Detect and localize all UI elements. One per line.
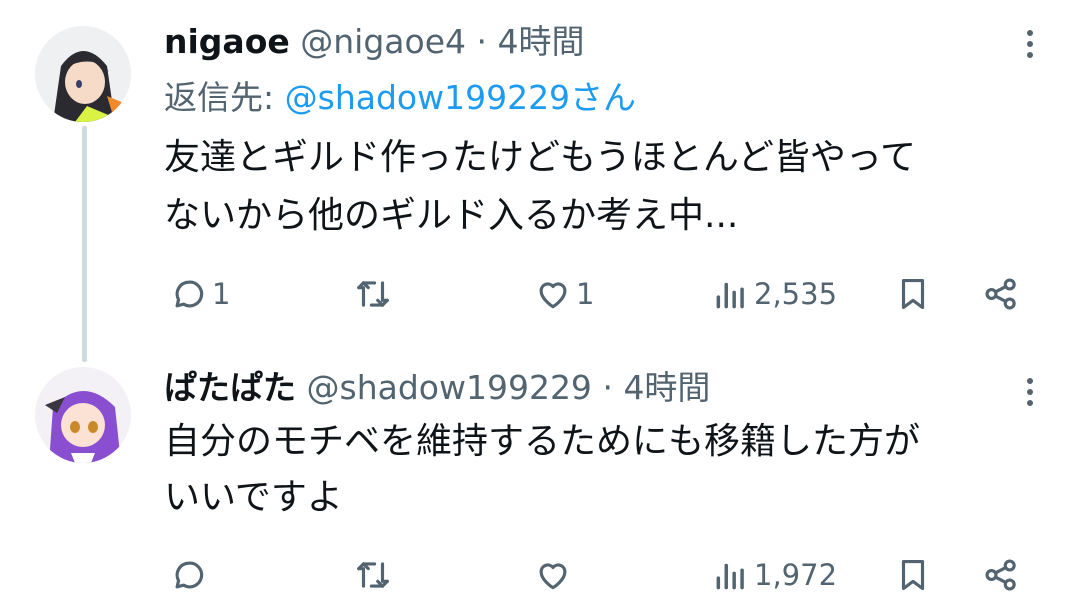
bookmark-button[interactable]	[894, 275, 932, 313]
like-icon	[539, 282, 567, 309]
reply-button[interactable]: 1	[170, 275, 230, 313]
retweet-icon	[357, 562, 389, 588]
tweet-text-line: 自分のモチベを維持するためにも移籍した方が	[164, 421, 921, 462]
avatar[interactable]	[35, 367, 131, 463]
bookmark-icon	[901, 278, 925, 310]
avatar[interactable]	[35, 26, 131, 122]
reply-icon	[175, 561, 204, 589]
views-icon	[716, 282, 744, 309]
display-name[interactable]: ぱたぱた	[164, 368, 296, 407]
tweet-header: nigaoe @nigaoe4 · 4時間	[164, 22, 585, 62]
views-count: 1,972	[754, 558, 838, 592]
reply-icon	[175, 280, 204, 308]
display-name[interactable]: nigaoe	[164, 22, 290, 61]
timestamp[interactable]: 4時間	[623, 368, 710, 407]
timestamp[interactable]: 4時間	[498, 22, 585, 61]
reply-button[interactable]	[170, 556, 208, 594]
thread-line	[82, 126, 87, 362]
tweet[interactable]: nigaoe @nigaoe4 · 4時間 返信先: @shadow199229…	[164, 22, 1080, 322]
views-icon	[716, 563, 744, 590]
separator: ·	[602, 368, 613, 407]
reply-to: 返信先: @shadow199229さん	[164, 78, 636, 118]
share-button[interactable]	[982, 556, 1020, 594]
views-button[interactable]: 1,972	[712, 556, 837, 594]
share-icon	[985, 278, 1016, 310]
share-button[interactable]	[982, 275, 1020, 313]
tweet-text-line: いいですよ	[164, 477, 343, 518]
user-handle[interactable]: @shadow199229	[307, 368, 592, 407]
user-handle[interactable]: @nigaoe4	[300, 22, 466, 61]
more-icon[interactable]	[1026, 378, 1034, 411]
more-icon[interactable]	[1026, 30, 1034, 63]
share-icon	[985, 559, 1016, 591]
tweet-header: ぱたぱた @shadow199229 · 4時間	[164, 368, 710, 408]
tweet[interactable]: ぱたぱた @shadow199229 · 4時間 自分のモチベを維持するためにも…	[164, 368, 1080, 597]
bookmark-button[interactable]	[894, 556, 932, 594]
views-count: 2,535	[754, 277, 838, 311]
like-button[interactable]	[534, 556, 572, 594]
views-button[interactable]: 2,535	[712, 275, 837, 313]
like-button[interactable]: 1	[534, 275, 594, 313]
reply-to-label: 返信先:	[164, 78, 275, 117]
tweet-text-line: 友達とギルド作ったけどもうほとんど皆やって	[164, 137, 917, 178]
retweet-icon	[357, 281, 389, 307]
reply-count: 1	[212, 277, 231, 311]
bookmark-icon	[901, 559, 925, 591]
retweet-button[interactable]	[354, 556, 392, 594]
like-icon	[539, 563, 567, 590]
reply-to-link[interactable]: @shadow199229さん	[285, 78, 636, 117]
like-count: 1	[576, 277, 595, 311]
separator: ·	[476, 22, 488, 61]
retweet-button[interactable]	[354, 275, 392, 313]
tweet-text-line: ないから他のギルド入るか考え中...	[164, 195, 739, 236]
